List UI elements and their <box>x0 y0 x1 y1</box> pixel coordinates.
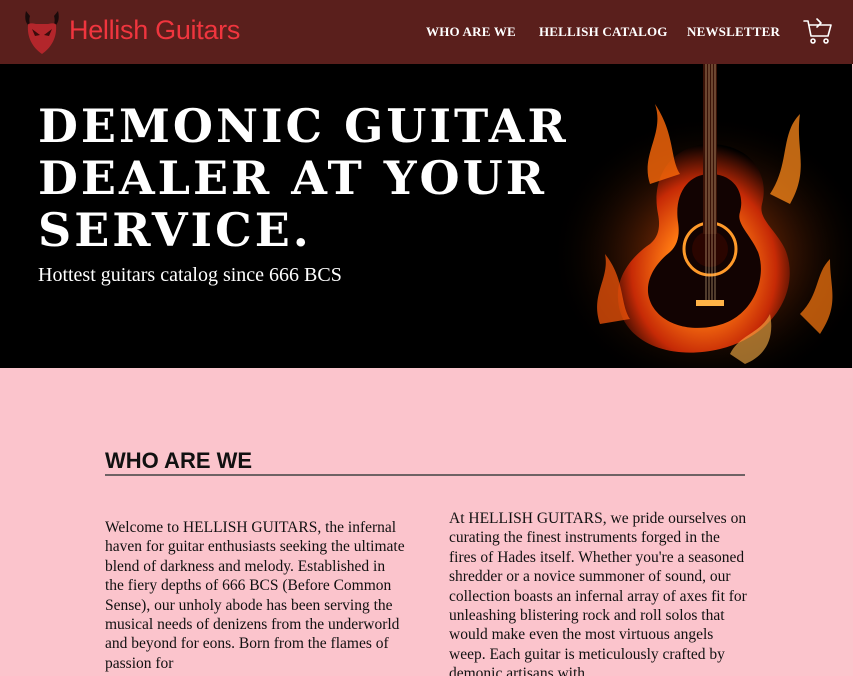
hero-subtitle: Hottest guitars catalog since 666 BCS <box>38 264 342 286</box>
shopping-cart-icon[interactable] <box>803 16 833 46</box>
devil-logo-icon[interactable] <box>22 9 62 55</box>
section-heading-who-are-we: WHO ARE WE <box>105 448 253 473</box>
hero-banner: DEMONIC GUITAR DEALER AT YOUR SERVICE. H… <box>0 64 852 368</box>
hero-title: DEMONIC GUITAR DEALER AT YOUR SERVICE. <box>38 99 569 257</box>
about-paragraph-right: At HELLISH GUITARS, we pride ourselves o… <box>449 510 747 676</box>
nav-link-hellish-catalog[interactable]: HELLISH CATALOG <box>539 24 668 40</box>
section-divider <box>105 474 745 476</box>
about-paragraph-left: Welcome to HELLISH GUITARS, the infernal… <box>105 519 405 672</box>
nav-link-newsletter[interactable]: NEWSLETTER <box>687 24 780 40</box>
brand-name[interactable]: Hellish Guitars <box>69 15 240 46</box>
nav-link-who-are-we[interactable]: WHO ARE WE <box>426 24 516 40</box>
top-navbar: Hellish Guitars WHO ARE WE HELLISH CATAL… <box>0 0 853 64</box>
